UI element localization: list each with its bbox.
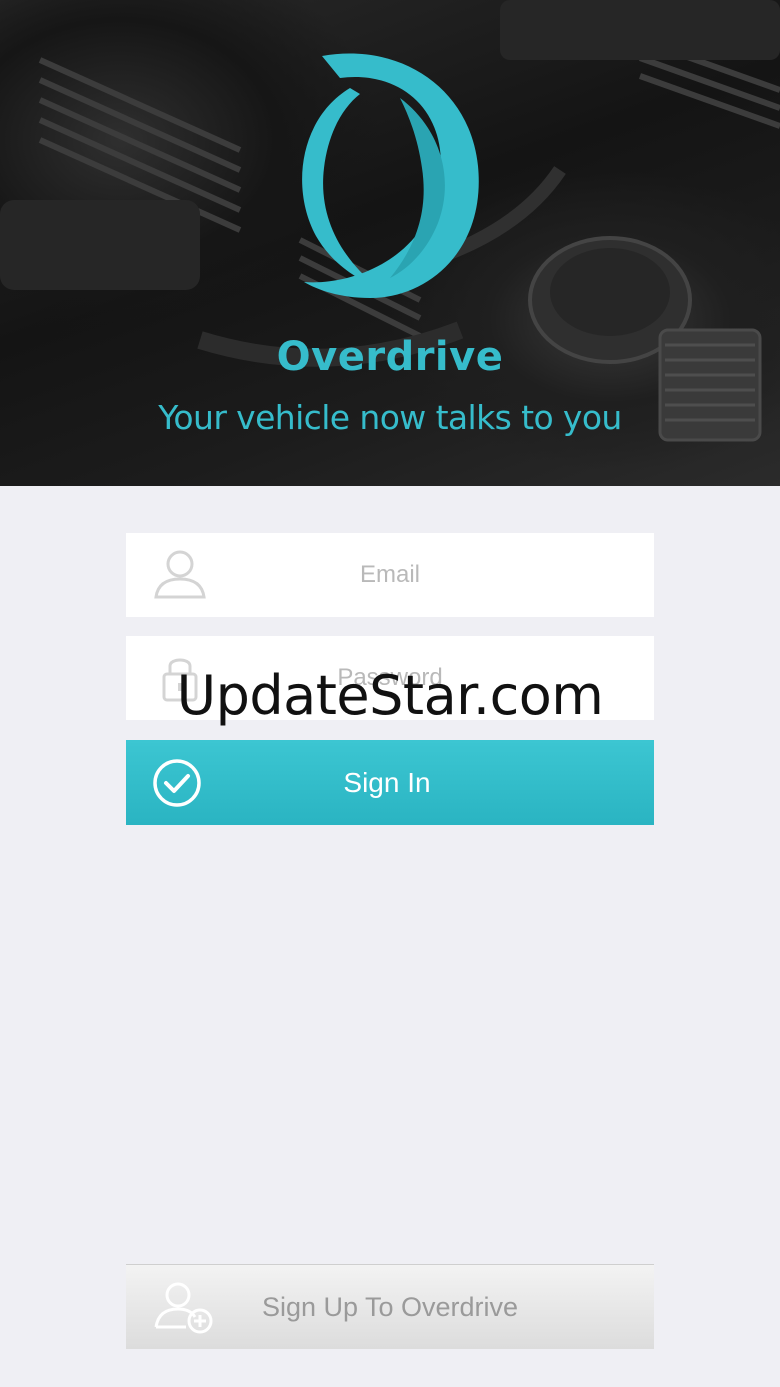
sign-up-button[interactable]: Sign Up To Overdrive [126, 1264, 654, 1349]
password-field[interactable] [126, 636, 654, 720]
email-input[interactable] [126, 533, 654, 617]
sign-in-button[interactable]: Sign In [126, 740, 654, 825]
brand-name: Overdrive [276, 334, 504, 380]
tagline: Your vehicle now talks to you [158, 398, 622, 437]
sign-in-label: Sign In [343, 767, 431, 798]
sign-up-label: Sign Up To Overdrive [261, 1292, 519, 1322]
password-input[interactable] [126, 636, 654, 720]
overdrive-logo [302, 53, 479, 298]
hero-banner: Overdrive Your vehicle now talks to you [0, 0, 780, 486]
email-field[interactable] [126, 533, 654, 617]
